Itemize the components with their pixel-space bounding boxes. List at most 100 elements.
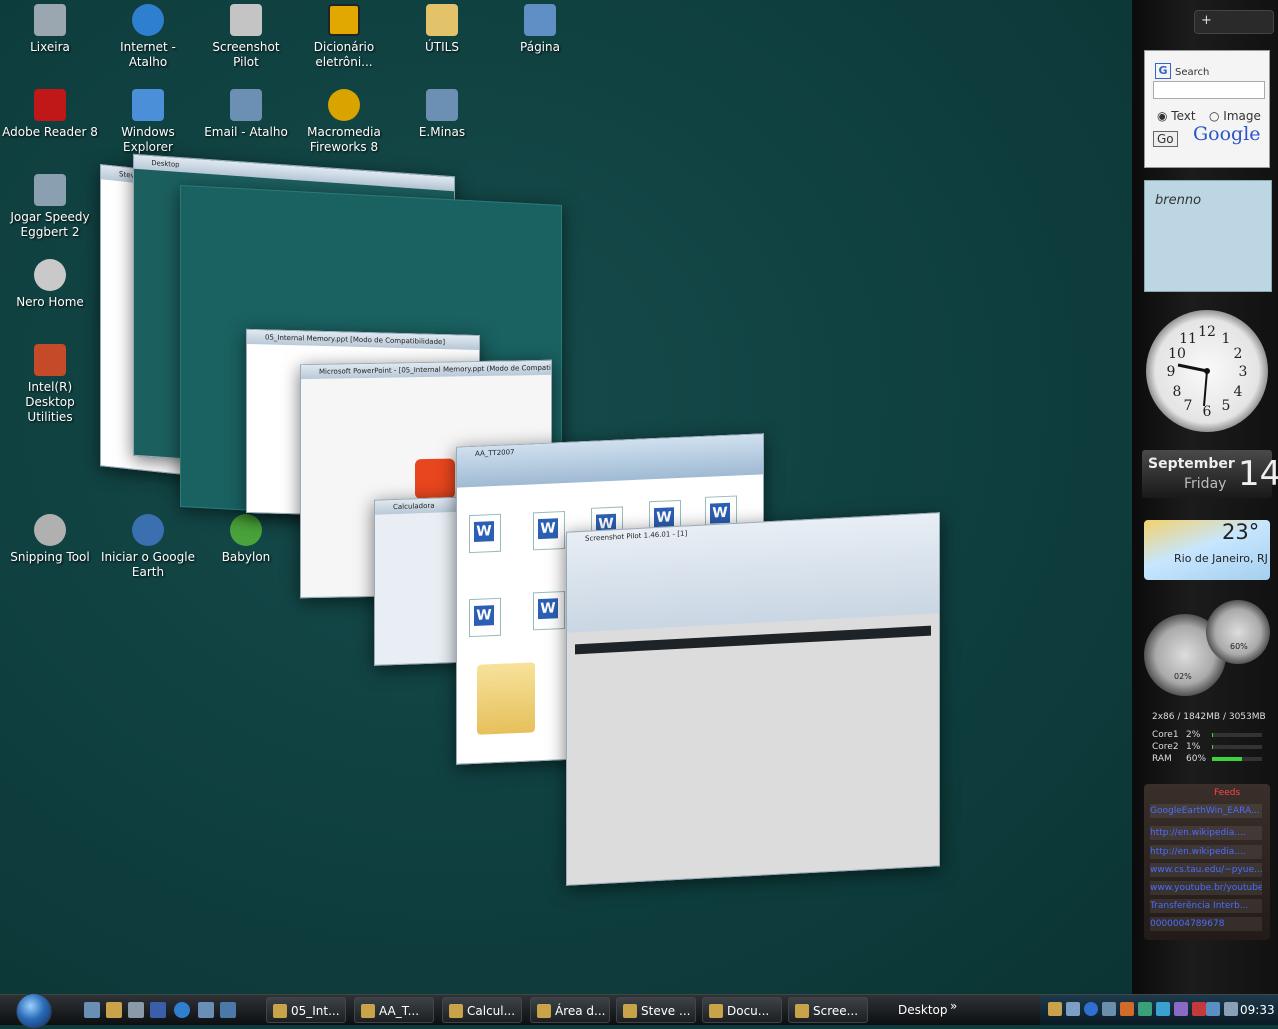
desktop-icon-babylon[interactable]: Babylon <box>198 514 294 565</box>
core1-bar <box>1212 733 1262 737</box>
weather-temp: 23° <box>1222 520 1260 544</box>
icon-label: Página <box>520 40 560 54</box>
tray-app-icon[interactable] <box>1156 1002 1170 1016</box>
desktop-icon-windows-explorer[interactable]: Windows Explorer <box>100 89 196 155</box>
quicklaunch-ie-icon[interactable] <box>174 1002 190 1018</box>
start-button[interactable] <box>12 993 54 1029</box>
feed-item[interactable]: Transferência Interb... <box>1150 899 1262 913</box>
icon-label: Jogar Speedy Eggbert 2 <box>10 210 90 239</box>
desktop-icon-intel-utilities[interactable]: Intel(R) Desktop Utilities <box>2 344 98 425</box>
windows-explorer-icon <box>132 89 164 121</box>
icon-label: Snipping Tool <box>10 550 90 564</box>
taskbar-item-calculator[interactable]: Calcul... <box>442 997 522 1023</box>
quicklaunch-explorer-icon[interactable] <box>106 1002 122 1018</box>
folder-icon <box>477 662 535 735</box>
quicklaunch-desktop-icon[interactable] <box>220 1002 236 1018</box>
word-document-icon <box>533 510 565 551</box>
chevron-right-icon[interactable]: » <box>950 999 957 1013</box>
feed-item[interactable]: www.cs.tau.edu/~pyue... <box>1150 863 1262 877</box>
taskbar-item-steve-mail[interactable]: Steve ... <box>616 997 696 1023</box>
internet-explorer-icon <box>132 4 164 36</box>
tray-app-icon[interactable] <box>1138 1002 1152 1016</box>
adobe-reader-icon <box>34 89 66 121</box>
go-button[interactable]: Go <box>1153 131 1178 147</box>
feed-header: Feeds <box>1214 788 1241 798</box>
tray-network-icon[interactable] <box>1206 1002 1220 1016</box>
tray-antivirus-icon[interactable] <box>1120 1002 1134 1016</box>
feed-item[interactable]: GoogleEarthWin_EARA... <box>1150 804 1262 818</box>
desktop-icon-lixeira[interactable]: Lixeira <box>2 4 98 55</box>
desktop-icon-pagina[interactable]: Página <box>492 4 588 55</box>
tray-folder-icon[interactable] <box>1048 1002 1062 1016</box>
quicklaunch-switch-windows-icon[interactable] <box>198 1002 214 1018</box>
desktop-icon-fireworks[interactable]: Macromedia Fireworks 8 <box>296 89 392 155</box>
svg-text:1: 1 <box>1222 331 1231 347</box>
clock-time[interactable]: 09:33 <box>1240 1003 1275 1017</box>
window-title: Screenshot Pilot 1.46.01 - [1] <box>567 513 939 633</box>
desktop-icon-google-earth[interactable]: Iniciar o Google Earth <box>100 514 196 580</box>
desktop-icon-nero-home[interactable]: Nero Home <box>2 259 98 310</box>
tray-app-icon[interactable] <box>1102 1002 1116 1016</box>
option-text-radio[interactable]: ◉ Text <box>1157 109 1196 123</box>
desktop-icon-utils[interactable]: ÚTILS <box>394 4 490 55</box>
icon-label: Internet - Atalho <box>120 40 176 69</box>
search-input[interactable] <box>1153 81 1265 99</box>
word-document-icon <box>533 590 565 631</box>
svg-text:5: 5 <box>1222 398 1231 414</box>
tray-firewall-icon[interactable] <box>1192 1002 1206 1016</box>
desktop-icon-email[interactable]: Email - Atalho <box>198 89 294 140</box>
notes-gadget[interactable]: brenno <box>1144 180 1272 292</box>
icon-label: Nero Home <box>16 295 84 309</box>
calendar-day: 14 <box>1238 454 1278 494</box>
email-icon <box>230 89 262 121</box>
taskbar: 05_Int... AA_T... Calcul... Área d... St… <box>0 993 1278 1029</box>
capture-toolbar <box>575 625 931 655</box>
nero-icon <box>34 259 66 291</box>
desktop-icon-dicionario[interactable]: Dicionário eletrôni... <box>296 4 392 70</box>
quicklaunch-calc-icon[interactable] <box>128 1002 144 1018</box>
icon-label: Windows Explorer <box>121 125 175 154</box>
desktop-icon-internet[interactable]: Internet - Atalho <box>100 4 196 70</box>
feed-item[interactable]: www.youtube.br/youtube... <box>1150 881 1262 895</box>
taskbar-item-documents[interactable]: Docu... <box>702 997 782 1023</box>
desktop-icon-eminas[interactable]: E.Minas <box>394 89 490 140</box>
svg-text:10: 10 <box>1168 346 1186 362</box>
icon-label: Screenshot Pilot <box>212 40 280 69</box>
option-image-radio[interactable]: ○ Image <box>1209 109 1261 123</box>
taskbar-item-powerpoint[interactable]: 05_Int... <box>266 997 346 1023</box>
feed-headlines-gadget[interactable]: Feeds GoogleEarthWin_EARA... http://en.w… <box>1144 784 1270 940</box>
folder-icon <box>426 4 458 36</box>
desktop-icon-speedy-eggbert[interactable]: Jogar Speedy Eggbert 2 <box>2 174 98 240</box>
quicklaunch-show-desktop-icon[interactable] <box>84 1002 100 1018</box>
weather-city: Rio de Janeiro, RJ <box>1174 552 1268 565</box>
tray-bluetooth-icon[interactable] <box>1084 1002 1098 1016</box>
svg-text:9: 9 <box>1167 364 1176 380</box>
icon-label: Macromedia Fireworks 8 <box>307 125 381 154</box>
feed-item[interactable]: http://en.wikipedia.... <box>1150 826 1262 840</box>
taskbar-item-aa-folder[interactable]: AA_T... <box>354 997 434 1023</box>
feed-item[interactable]: http://en.wikipedia.... <box>1150 845 1262 859</box>
flip3d-window-screenshot-pilot[interactable]: Screenshot Pilot 1.46.01 - [1] <box>566 512 940 886</box>
note-text: brenno <box>1155 193 1202 208</box>
google-g-icon: G <box>1155 63 1171 79</box>
add-gadget-icon[interactable]: + <box>1201 13 1212 28</box>
desktop-icon-screenshot-pilot[interactable]: Screenshot Pilot <box>198 4 294 70</box>
desktop-toolbar-label[interactable]: Desktop <box>898 1003 948 1017</box>
web-page-icon <box>426 89 458 121</box>
fireworks-icon <box>328 89 360 121</box>
sidebar-controls[interactable]: + <box>1194 10 1274 34</box>
quicklaunch-word-icon[interactable] <box>150 1002 166 1018</box>
google-search-gadget[interactable]: G Search ◉ Text ○ Image Go Google <box>1144 50 1270 168</box>
tray-app-icon[interactable] <box>1174 1002 1188 1016</box>
icon-label: Adobe Reader 8 <box>2 125 98 139</box>
taskbar-item-area-transferencia[interactable]: Área d... <box>530 997 610 1023</box>
desktop[interactable]: Lixeira Internet - Atalho Screenshot Pil… <box>0 0 1132 994</box>
taskbar-item-screenshot-pilot[interactable]: Scree... <box>788 997 868 1023</box>
desktop-icon-snipping-tool[interactable]: Snipping Tool <box>2 514 98 565</box>
tray-app-icon[interactable] <box>1066 1002 1080 1016</box>
feed-item[interactable]: 0000004789678 <box>1150 917 1262 931</box>
word-document-icon <box>469 513 501 554</box>
cpu-value: 02% <box>1174 672 1192 681</box>
tray-volume-icon[interactable] <box>1224 1002 1238 1016</box>
desktop-icon-adobe-reader[interactable]: Adobe Reader 8 <box>2 89 98 140</box>
